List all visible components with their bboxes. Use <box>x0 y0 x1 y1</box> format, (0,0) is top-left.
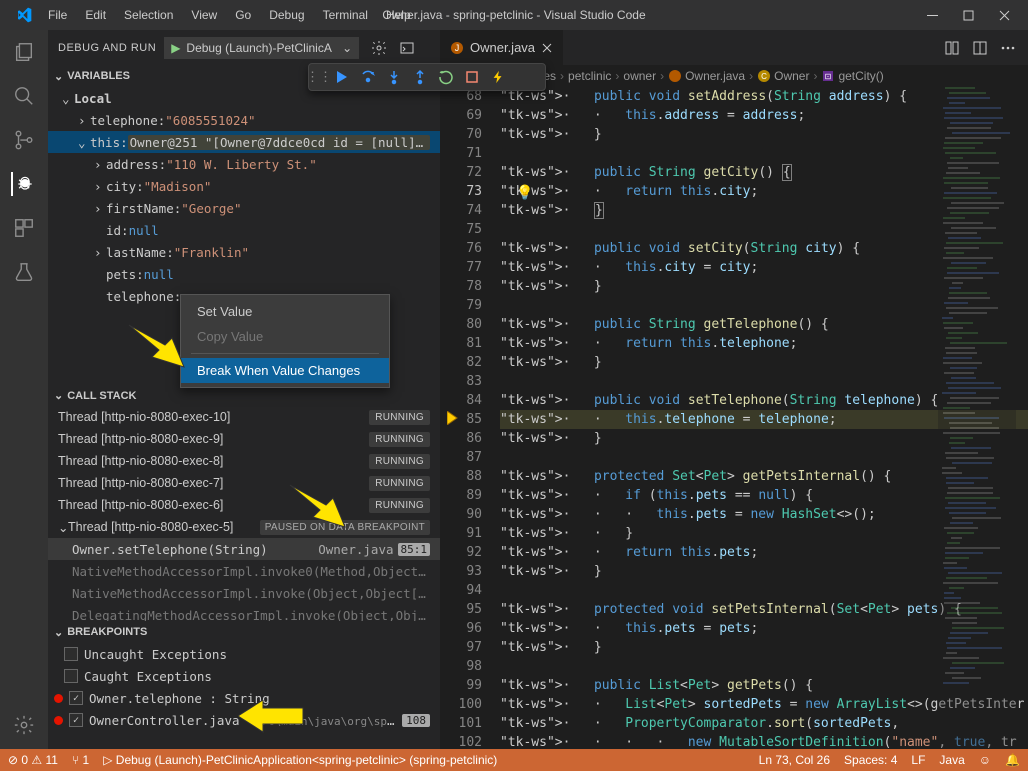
status-eol[interactable]: LF <box>911 753 925 767</box>
search-icon[interactable] <box>12 84 36 108</box>
checkbox[interactable] <box>64 669 78 683</box>
variable-row[interactable]: id: null <box>48 219 440 241</box>
explorer-icon[interactable] <box>12 40 36 64</box>
thread-row[interactable]: Thread [http-nio-8080-exec-8]RUNNING <box>48 450 440 472</box>
variable-row[interactable]: ⌄this: Owner@251 "[Owner@7ddce0cd id = [… <box>48 131 440 153</box>
breadcrumb-item[interactable]: owner <box>623 69 656 83</box>
debug-toolbar[interactable]: ⋮⋮ <box>308 63 546 91</box>
java-file-icon: J <box>450 41 464 55</box>
variable-context-menu: Set Value Copy Value Break When Value Ch… <box>180 294 390 388</box>
stack-frame[interactable]: NativeMethodAccessorImpl.invoke0(Method,… <box>48 560 440 582</box>
minimap[interactable] <box>938 87 1016 749</box>
statusbar: ⊘ 0 ⚠ 11 ⑂ 1 ▷ Debug (Launch)-PetClinicA… <box>0 749 1028 771</box>
thread-row[interactable]: Thread [http-nio-8080-exec-7]RUNNING <box>48 472 440 494</box>
variable-row[interactable]: pets: null <box>48 263 440 285</box>
variable-row[interactable]: ›city: "Madison" <box>48 175 440 197</box>
variable-row[interactable]: ›lastName: "Franklin" <box>48 241 440 263</box>
set-value-item[interactable]: Set Value <box>181 299 389 324</box>
close-button[interactable] <box>998 9 1010 21</box>
menu-go[interactable]: Go <box>227 4 259 26</box>
breadcrumb-item[interactable]: petclinic <box>568 69 611 83</box>
split-editor-icon[interactable] <box>972 40 988 56</box>
menu-file[interactable]: File <box>40 4 75 26</box>
breadcrumb-item[interactable]: ⊡getCity() <box>821 69 883 83</box>
status-problems[interactable]: ⊘ 0 ⚠ 11 <box>8 753 58 767</box>
editor-area: J Owner.java …›work›samples›petclinic›ow… <box>440 30 1028 749</box>
step-into-button[interactable] <box>381 64 407 90</box>
debug-current-line-icon <box>447 411 461 425</box>
checkbox[interactable] <box>69 691 83 705</box>
breadcrumb-item[interactable]: COwner <box>757 69 809 83</box>
tab-owner-java[interactable]: J Owner.java <box>440 30 564 65</box>
debug-header-title: DEBUG AND RUN <box>58 42 156 54</box>
extensions-icon[interactable] <box>12 216 36 240</box>
vscode-logo-icon <box>16 7 32 23</box>
drag-handle-icon[interactable]: ⋮⋮ <box>309 69 329 85</box>
svg-text:⊡: ⊡ <box>825 72 832 81</box>
break-when-value-changes-item[interactable]: Break When Value Changes <box>181 358 389 383</box>
stop-button[interactable] <box>459 64 485 90</box>
variable-row[interactable]: ›firstName: "George" <box>48 197 440 219</box>
status-language[interactable]: Java <box>939 753 964 767</box>
continue-button[interactable] <box>329 64 355 90</box>
variable-row[interactable]: ›address: "110 W. Liberty St." <box>48 153 440 175</box>
breakpoint-dot-icon <box>54 694 63 703</box>
minimize-button[interactable] <box>926 9 938 21</box>
gear-icon[interactable] <box>371 40 387 56</box>
maximize-button[interactable] <box>962 9 974 21</box>
checkbox[interactable] <box>69 713 83 727</box>
svg-text:J: J <box>455 43 460 53</box>
breakpoint-row[interactable]: Uncaught Exceptions <box>48 643 440 665</box>
breakpoint-row[interactable]: Caught Exceptions <box>48 665 440 687</box>
debug-icon[interactable] <box>11 172 35 196</box>
compare-icon[interactable] <box>944 40 960 56</box>
status-debug-target[interactable]: ▷ Debug (Launch)-PetClinicApplication<sp… <box>103 753 497 767</box>
thread-row[interactable]: Thread [http-nio-8080-exec-6]RUNNING <box>48 494 440 516</box>
status-bell-icon[interactable]: 🔔 <box>1005 753 1020 767</box>
status-feedback-icon[interactable]: ☺ <box>979 753 991 767</box>
hot-reload-button[interactable] <box>485 64 511 90</box>
step-out-button[interactable] <box>407 64 433 90</box>
svg-text:C: C <box>761 72 767 81</box>
thread-row-paused[interactable]: ⌄Thread [http-nio-8080-exec-5]PAUSED ON … <box>48 516 440 538</box>
checkbox[interactable] <box>64 647 78 661</box>
settings-icon[interactable] <box>12 713 36 737</box>
titlebar: FileEditSelectionViewGoDebugTerminalHelp… <box>0 0 1028 30</box>
menu-debug[interactable]: Debug <box>261 4 312 26</box>
menu-edit[interactable]: Edit <box>77 4 114 26</box>
breakpoint-row[interactable]: OwnerController.java src\main\java\org\s… <box>48 709 440 731</box>
debug-sidebar: DEBUG AND RUN ▶ Debug (Launch)-PetClinic… <box>48 30 440 749</box>
lightbulb-icon[interactable]: 💡 <box>516 184 533 201</box>
debug-config-select[interactable]: ▶ Debug (Launch)-PetClinicA ⌄ <box>164 37 359 59</box>
activity-bar <box>0 30 48 749</box>
close-icon[interactable] <box>541 42 553 54</box>
status-spaces[interactable]: Spaces: 4 <box>844 753 897 767</box>
breadcrumb-item[interactable]: Owner.java <box>668 69 745 83</box>
breakpoint-dot-icon <box>54 716 63 725</box>
menu-view[interactable]: View <box>183 4 225 26</box>
status-ln-col[interactable]: Ln 73, Col 26 <box>759 753 830 767</box>
stack-frame[interactable]: Owner.setTelephone(String)Owner.java85:1 <box>48 538 440 560</box>
restart-button[interactable] <box>433 64 459 90</box>
menu-selection[interactable]: Selection <box>116 4 181 26</box>
menubar: FileEditSelectionViewGoDebugTerminalHelp <box>40 4 419 26</box>
breakpoint-row[interactable]: Owner.telephone : String <box>48 687 440 709</box>
copy-value-item[interactable]: Copy Value <box>181 324 389 349</box>
step-over-button[interactable] <box>355 64 381 90</box>
variable-row[interactable]: ›telephone: "6085551024" <box>48 109 440 131</box>
thread-row[interactable]: Thread [http-nio-8080-exec-9]RUNNING <box>48 428 440 450</box>
stack-frame[interactable]: NativeMethodAccessorImpl.invoke(Object,O… <box>48 582 440 604</box>
breakpoints-header[interactable]: ⌄BREAKPOINTS <box>48 621 440 643</box>
window-title: Owner.java - spring-petclinic - Visual S… <box>382 8 645 22</box>
test-icon[interactable] <box>12 260 36 284</box>
status-git[interactable]: ⑂ 1 <box>72 753 89 767</box>
stack-frame[interactable]: DelegatingMethodAccessorImpl.invoke(Obje… <box>48 604 440 621</box>
callstack-header[interactable]: ⌄CALL STACK <box>48 385 440 406</box>
menu-terminal[interactable]: Terminal <box>315 4 376 26</box>
source-control-icon[interactable] <box>12 128 36 152</box>
more-icon[interactable] <box>1000 40 1016 56</box>
console-icon[interactable] <box>399 40 415 56</box>
thread-row[interactable]: Thread [http-nio-8080-exec-10]RUNNING <box>48 406 440 428</box>
